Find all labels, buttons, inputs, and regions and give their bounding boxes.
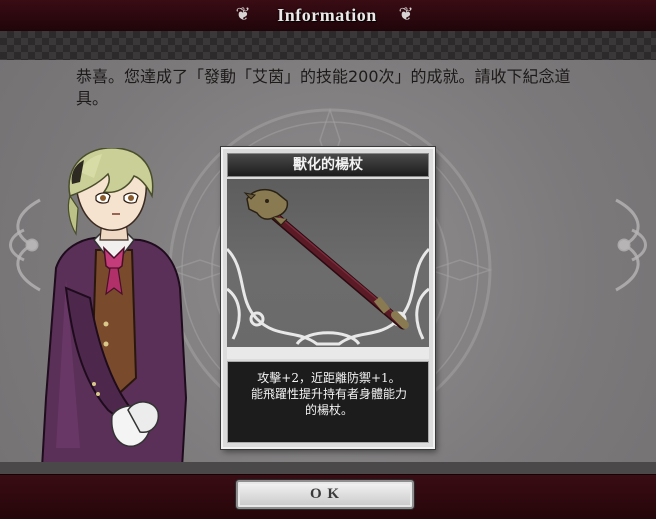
wooden-staff-icon: [227, 188, 429, 359]
character-portrait: [40, 148, 188, 468]
scroll-ornament-icon: ❦: [235, 4, 251, 25]
item-description: 攻擊+2，近距離防禦+1。 能飛躍性提升持有者身體能力 的楊杖。: [240, 370, 418, 418]
dialog-title: Information: [277, 5, 377, 25]
decorative-pattern-strip: [0, 31, 656, 61]
item-description-box: 攻擊+2，近距離防禦+1。 能飛躍性提升持有者身體能力 的楊杖。: [227, 361, 429, 443]
item-name: 獸化的楊杖: [293, 157, 363, 173]
item-art-frame: [227, 179, 429, 359]
item-card: 獸化的楊杖 攻擊+2，近距離防禦+1。 能飛躍性提升持有者身體能力 的楊杖。: [221, 147, 435, 449]
ok-button[interactable]: O K: [236, 480, 414, 509]
item-name-bar: 獸化的楊杖: [227, 153, 429, 177]
ok-button-label: O K: [309, 486, 341, 502]
item-description-line: 攻擊+2，近距離防禦+1。: [257, 371, 401, 385]
achievement-message: 恭喜。您達成了「發動「艾茵」的技能200次」的成就。請收下紀念道具。: [76, 67, 571, 108]
right-flourish-icon: [615, 198, 647, 292]
bottom-strip: [0, 462, 656, 474]
item-description-line: 的楊杖。: [304, 403, 353, 417]
scroll-ornament-icon: ❦: [398, 4, 414, 25]
item-description-line: 能飛躍性提升持有者身體能力: [250, 387, 407, 401]
main-panel: 恭喜。您達成了「發動「艾茵」的技能200次」的成就。請收下紀念道具。 獸化的楊杖…: [0, 60, 656, 468]
title-bar: ❦ Information ❦: [0, 0, 656, 32]
